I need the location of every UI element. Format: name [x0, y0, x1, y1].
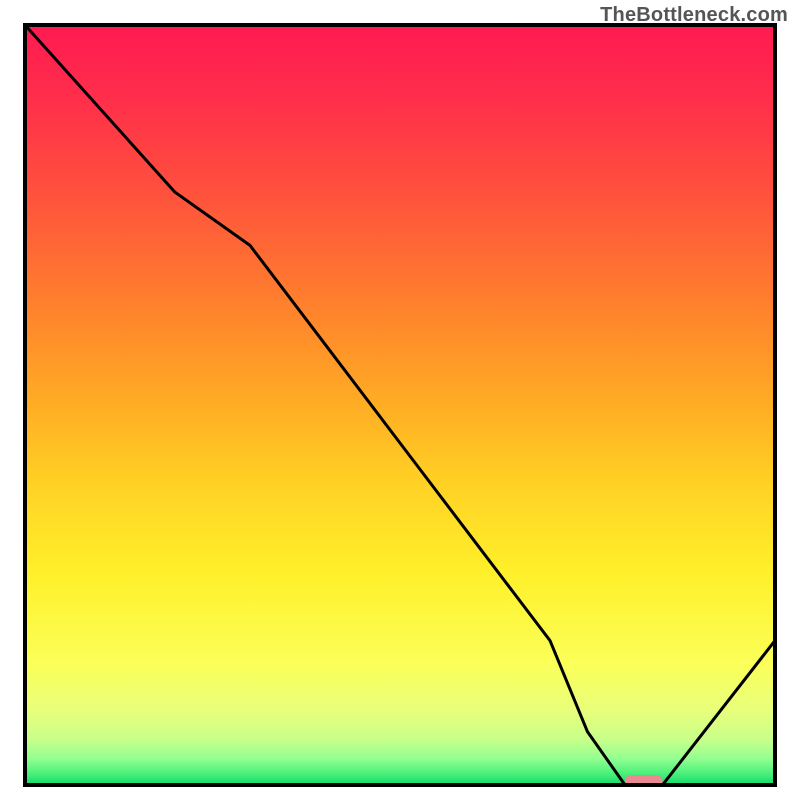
- bottleneck-chart: [0, 0, 800, 800]
- watermark-label: TheBottleneck.com: [600, 4, 788, 27]
- chart-stage: TheBottleneck.com: [0, 0, 800, 800]
- gradient-background: [25, 25, 775, 785]
